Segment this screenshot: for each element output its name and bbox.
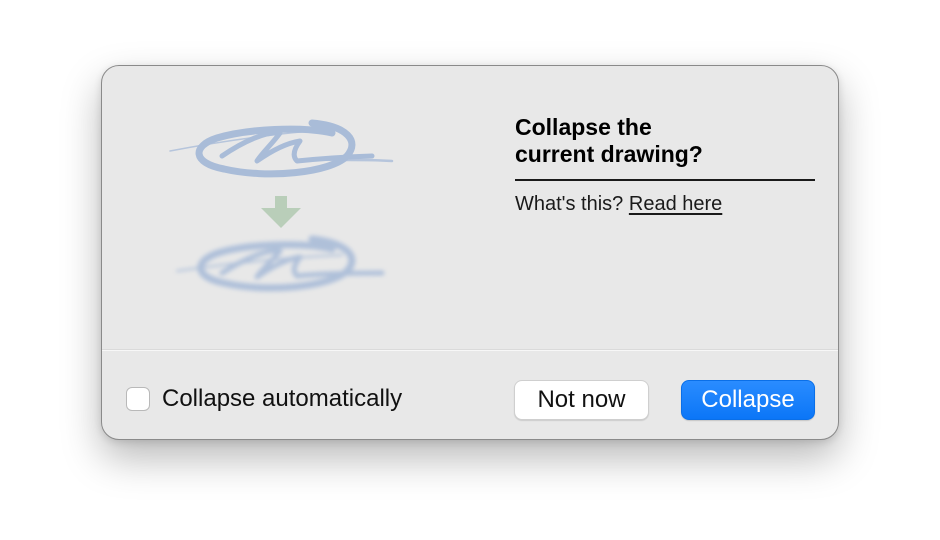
collapse-dialog: Collapse the current drawing? What's thi… bbox=[101, 65, 839, 440]
illustration-svg bbox=[169, 119, 394, 292]
drawing-after-icon bbox=[176, 235, 385, 292]
not-now-button[interactable]: Not now bbox=[514, 380, 649, 420]
dialog-title: Collapse the current drawing? bbox=[515, 114, 815, 168]
help-prefix: What's this? bbox=[515, 193, 624, 215]
collapse-automatically-option[interactable]: Collapse automatically bbox=[126, 385, 402, 413]
title-line-2: current drawing? bbox=[515, 141, 703, 167]
collapse-button[interactable]: Collapse bbox=[681, 380, 815, 420]
arrow-down-icon bbox=[261, 196, 301, 228]
footer-separator bbox=[102, 349, 838, 351]
help-text: What's this? Read here bbox=[515, 191, 722, 217]
title-line-1: Collapse the bbox=[515, 114, 652, 140]
collapse-drawing-illustration bbox=[162, 111, 402, 311]
collapse-automatically-checkbox[interactable] bbox=[126, 387, 150, 411]
drawing-before-icon bbox=[169, 119, 394, 178]
read-here-link[interactable]: Read here bbox=[629, 193, 722, 215]
title-divider bbox=[515, 179, 815, 181]
collapse-automatically-label[interactable]: Collapse automatically bbox=[162, 385, 402, 413]
